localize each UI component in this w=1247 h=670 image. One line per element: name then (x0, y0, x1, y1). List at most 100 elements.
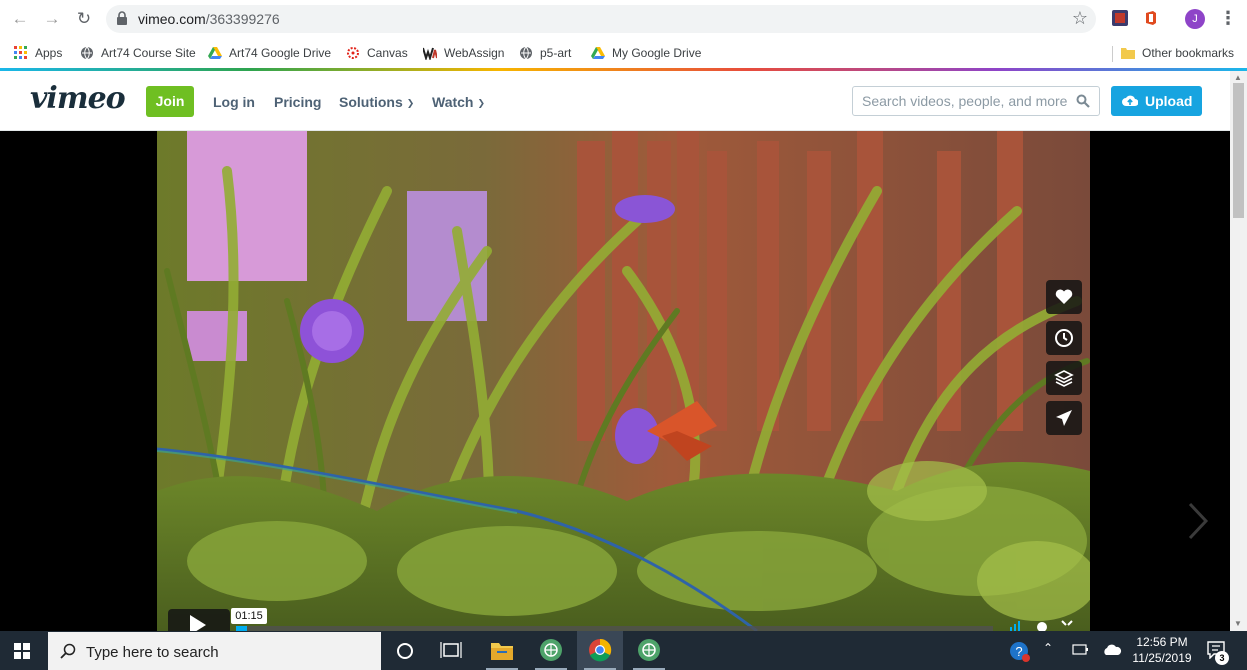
url-text: vimeo.com/363399276 (138, 11, 280, 27)
fullscreen-icon (1061, 620, 1073, 626)
heart-icon (1055, 289, 1073, 304)
settings-icon (1037, 622, 1047, 631)
show-hidden-icons-chevron-icon[interactable]: ⌃ (1043, 641, 1053, 670)
vimeo-header: vimeo Join Log in Pricing Solutions ❯ Wat… (0, 71, 1230, 131)
bookmark-my-google-drive[interactable]: My Google Drive (591, 44, 701, 62)
collections-button[interactable] (1046, 361, 1082, 395)
chrome-icon (589, 638, 612, 662)
bookmark-art74-course-site[interactable]: Art74 Course Site (80, 44, 196, 62)
google-drive-icon (591, 47, 605, 59)
cloud-upload-icon (1122, 95, 1138, 106)
bookmark-canvas[interactable]: Canvas (346, 44, 408, 62)
current-time: 01:15 (231, 608, 267, 624)
onedrive-cloud-icon[interactable] (1102, 631, 1122, 670)
player-stage (0, 131, 1230, 631)
app-button-2[interactable] (626, 631, 672, 670)
reload-icon[interactable]: ↻ (74, 9, 94, 29)
like-button[interactable] (1046, 280, 1082, 314)
vimeo-logo[interactable]: vimeo (30, 81, 126, 116)
battery-icon[interactable] (1070, 631, 1090, 670)
volume-icon (1010, 621, 1020, 631)
chevron-down-icon: ❯ (477, 98, 486, 108)
search-icon[interactable] (1076, 94, 1090, 108)
folder-icon (1121, 48, 1135, 59)
file-explorer-button[interactable] (479, 631, 525, 670)
address-bar[interactable]: vimeo.com/363399276 ☆ (106, 5, 1096, 33)
join-button[interactable]: Join (146, 86, 194, 117)
watch-later-button[interactable] (1046, 321, 1082, 355)
bookmark-p5-art[interactable]: p5-art (519, 44, 571, 62)
watch-label: Watch (432, 94, 474, 110)
other-bookmarks[interactable]: Other bookmarks (1121, 44, 1234, 62)
bookmark-webassign[interactable]: WebAssign (423, 44, 504, 62)
bookmark-star-icon[interactable]: ☆ (1072, 8, 1088, 29)
upload-button[interactable]: Upload (1111, 86, 1202, 116)
upload-label: Upload (1145, 93, 1193, 109)
next-video-arrow-icon[interactable] (1185, 501, 1211, 541)
extension-icon[interactable] (1112, 10, 1128, 26)
webassign-icon (423, 47, 437, 60)
app-icon (540, 639, 562, 661)
app-button-1[interactable] (528, 631, 574, 670)
bookmark-art74-google-drive[interactable]: Art74 Google Drive (208, 44, 331, 62)
canvas-icon (347, 47, 359, 59)
bookmark-label: Art74 Course Site (101, 46, 196, 60)
cortana-circle-icon (397, 643, 413, 659)
url-host: vimeo.com (138, 11, 206, 27)
file-explorer-icon (491, 643, 513, 660)
chrome-button[interactable] (577, 631, 623, 670)
clock-time: 12:56 PM (1136, 635, 1188, 649)
play-button[interactable] (168, 609, 230, 635)
profile-avatar[interactable]: J (1185, 9, 1205, 29)
chevron-down-icon: ❯ (406, 98, 415, 108)
clock-date: 11/25/2019 (1132, 651, 1192, 665)
solutions-menu[interactable]: Solutions ❯ (339, 94, 414, 110)
clock-icon (1055, 329, 1073, 347)
taskbar-search-text: Type here to search (86, 644, 219, 661)
cortana-button[interactable] (382, 631, 428, 670)
svg-text:?: ? (1015, 644, 1022, 659)
bookmark-label: p5-art (540, 46, 572, 60)
menu-dots-icon[interactable]: ⋮ (1219, 9, 1237, 29)
windows-taskbar: Type here to search ? ⌃ 12:56 PM 11/25/2… (0, 631, 1247, 670)
other-bookmarks-label: Other bookmarks (1142, 46, 1235, 60)
search-box (852, 86, 1100, 116)
task-view-button[interactable] (428, 631, 474, 670)
send-icon (1056, 410, 1072, 426)
video-frame[interactable] (157, 131, 1090, 631)
apps-grid-icon (14, 46, 27, 59)
pricing-link[interactable]: Pricing (274, 94, 321, 110)
search-input[interactable] (853, 87, 1073, 115)
bookmarks-bar: Apps Art74 Course Site Art74 Google Driv… (0, 38, 1247, 68)
globe-icon (520, 46, 532, 60)
help-icon[interactable]: ? (1008, 631, 1032, 670)
player-control-icons[interactable] (1008, 619, 1078, 631)
taskbar-clock[interactable]: 12:56 PM 11/25/2019 (1124, 634, 1200, 666)
page-scrollbar[interactable]: ▲ ▼ (1230, 71, 1247, 631)
lock-icon (117, 11, 127, 25)
video-scene (157, 131, 1090, 631)
search-icon (60, 643, 76, 659)
bookmark-separator (1112, 46, 1113, 62)
task-view-icon (440, 642, 462, 658)
login-link[interactable]: Log in (213, 94, 255, 110)
taskbar-search[interactable]: Type here to search (48, 632, 381, 670)
office-extension-icon[interactable] (1143, 10, 1159, 26)
share-button[interactable] (1046, 401, 1082, 435)
bookmark-label: Art74 Google Drive (229, 46, 332, 60)
app-icon (638, 639, 660, 661)
windows-start-icon[interactable] (14, 643, 30, 659)
scrollbar-thumb[interactable] (1233, 83, 1244, 218)
watch-menu[interactable]: Watch ❯ (432, 94, 485, 110)
layers-icon (1054, 370, 1074, 387)
scroll-up-icon[interactable]: ▲ (1234, 73, 1242, 82)
google-drive-icon (208, 47, 222, 59)
bookmark-apps[interactable]: Apps (14, 44, 62, 62)
back-arrow-icon[interactable]: ← (10, 9, 30, 29)
bookmark-label: My Google Drive (612, 46, 702, 60)
scroll-down-icon[interactable]: ▼ (1234, 619, 1242, 628)
forward-arrow-icon[interactable]: → (42, 9, 62, 29)
bookmark-label: Apps (35, 46, 63, 60)
solutions-label: Solutions (339, 94, 403, 110)
bookmark-label: Canvas (367, 46, 408, 60)
